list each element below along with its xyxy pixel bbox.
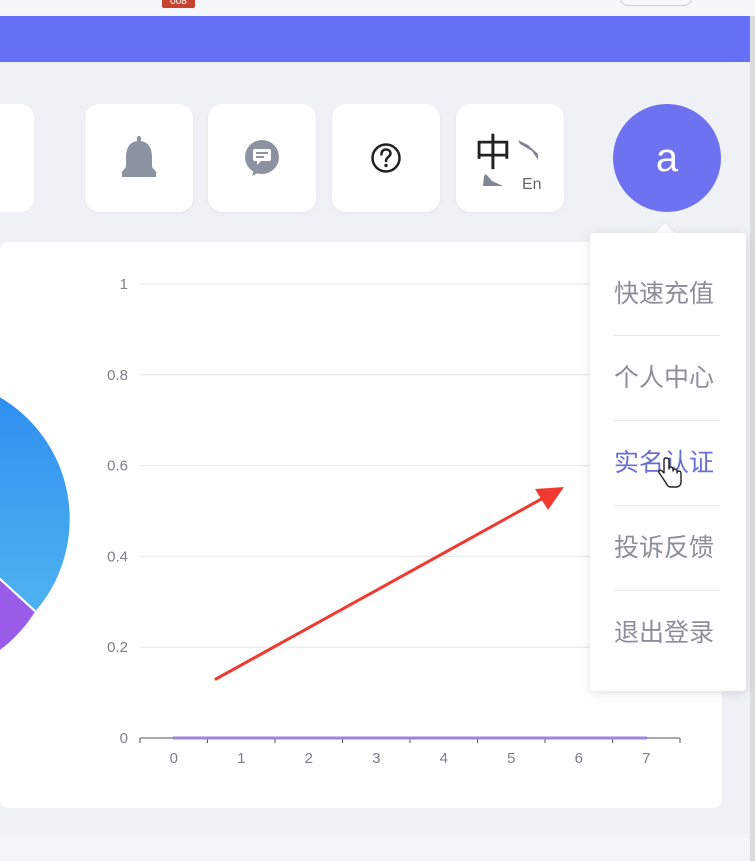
messages-button[interactable] <box>208 104 316 212</box>
menu-item-logout[interactable]: 退出登录 <box>614 591 746 676</box>
pie-slice-blue <box>0 395 72 614</box>
data-point <box>644 736 648 740</box>
user-dropdown-menu: 快速充值 个人中心 实名认证 投诉反馈 退出登录 <box>590 233 746 691</box>
x-tick-label: 4 <box>440 750 448 767</box>
x-tick-label: 1 <box>237 750 245 767</box>
data-point <box>307 736 311 740</box>
y-tick-label: 0.4 <box>107 548 128 565</box>
y-tick-label: 0 <box>120 730 128 747</box>
help-button[interactable] <box>332 104 440 212</box>
top-pill-control[interactable] <box>620 0 692 6</box>
annotation-arrow-shaft <box>214 495 547 681</box>
partial-search-card[interactable] <box>0 104 34 212</box>
x-tick-label: 3 <box>372 750 380 767</box>
menu-item-profile[interactable]: 个人中心 <box>614 336 746 421</box>
menu-item-recharge[interactable]: 快速充值 <box>614 252 746 337</box>
data-point <box>577 736 581 740</box>
language-zh-label: 中 <box>474 131 513 175</box>
bell-icon <box>121 136 157 177</box>
y-tick-label: 0.2 <box>107 639 128 656</box>
bottom-strip <box>0 834 750 861</box>
x-tick-label: 7 <box>642 750 650 767</box>
y-tick-label: 0.8 <box>107 367 128 384</box>
data-point <box>239 736 243 740</box>
x-tick-label: 0 <box>170 750 178 767</box>
menu-item-feedback[interactable]: 投诉反馈 <box>614 506 746 591</box>
data-point <box>374 736 378 740</box>
x-tick-label: 2 <box>305 750 313 767</box>
user-avatar-button[interactable]: a <box>613 104 721 212</box>
y-tick-label: 1 <box>120 276 128 293</box>
avatar-letter: a <box>655 135 679 180</box>
language-en-label: En <box>522 176 542 193</box>
header-banner <box>0 16 750 62</box>
data-point <box>172 736 176 740</box>
window-edge <box>750 16 755 861</box>
x-tick-label: 5 <box>507 750 515 767</box>
message-icon <box>245 140 279 176</box>
notifications-button[interactable] <box>85 104 193 212</box>
notification-count-badge: 008 <box>162 0 195 8</box>
x-tick-label: 6 <box>575 750 583 767</box>
help-icon <box>371 143 401 173</box>
data-point <box>442 736 446 740</box>
data-point <box>509 736 513 740</box>
y-tick-label: 0.6 <box>107 458 128 475</box>
hand-cursor-icon <box>658 457 682 488</box>
